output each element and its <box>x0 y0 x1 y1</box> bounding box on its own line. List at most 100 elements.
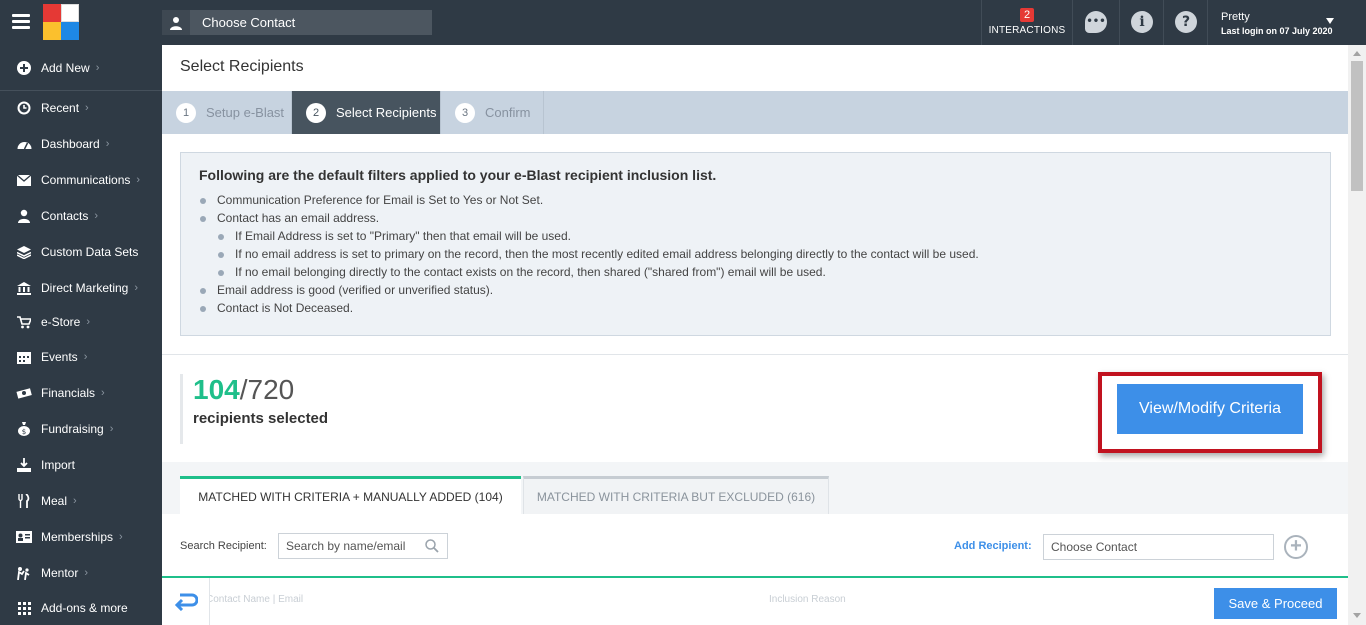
step-label: Confirm <box>485 105 531 120</box>
step-select-recipients[interactable]: 2 Select Recipients <box>292 91 441 134</box>
calendar-icon <box>15 349 33 365</box>
sidebar-item-add-ons[interactable]: Add-ons & more <box>0 590 162 625</box>
step-confirm[interactable]: 3 Confirm <box>441 91 544 134</box>
sidebar-item-label: Communications <box>41 173 131 187</box>
top-bar: Choose Contact 2 INTERACTIONS ••• i ? Pr… <box>0 0 1366 45</box>
sidebar-item-label: Recent <box>41 101 80 115</box>
scroll-down-icon[interactable] <box>1353 613 1361 618</box>
interactions-button[interactable]: 2 INTERACTIONS <box>982 0 1072 45</box>
step-label: Select Recipients <box>336 105 437 120</box>
scrollbar[interactable] <box>1348 45 1366 625</box>
sidebar-item-e-store[interactable]: e-Store › <box>0 304 162 340</box>
sidebar-item-mentor[interactable]: Mentor › <box>0 555 162 591</box>
back-button[interactable] <box>162 578 210 625</box>
sidebar-item-label: Add-ons & more <box>41 601 128 615</box>
app-logo[interactable] <box>43 4 79 40</box>
filter-rule: Contact is Not Deceased. <box>199 299 1312 317</box>
tab-matched[interactable]: MATCHED WITH CRITERIA + MANUALLY ADDED (… <box>180 476 521 514</box>
chevron-right-icon: › <box>86 316 91 328</box>
selected-count: 104 <box>193 374 240 405</box>
search-placeholder: Search by name/email <box>286 539 406 553</box>
recipients-count: 104/720 recipients selected <box>180 374 328 444</box>
add-recipient-input[interactable]: Choose Contact <box>1043 534 1274 560</box>
add-recipient-plus-icon[interactable]: + <box>1284 535 1308 559</box>
sidebar-item-events[interactable]: Events › <box>0 339 162 375</box>
sidebar: Add New › Recent › Dashboard › Communicatio… <box>0 45 162 625</box>
sidebar-item-label: Contacts <box>41 209 89 223</box>
sidebar-item-communications[interactable]: Communications › <box>0 162 162 198</box>
divider <box>1207 0 1208 45</box>
sidebar-item-direct-marketing[interactable]: Direct Marketing › <box>0 270 162 306</box>
sidebar-item-dashboard[interactable]: Dashboard › <box>0 126 162 162</box>
sidebar-item-meal[interactable]: Meal › <box>0 483 162 519</box>
divider <box>162 354 1348 355</box>
svg-text:$: $ <box>22 428 26 436</box>
column-header-inclusion-reason[interactable]: Inclusion Reason <box>769 594 846 605</box>
history-icon <box>15 100 33 116</box>
default-filters-panel: Following are the default filters applie… <box>180 152 1331 336</box>
import-icon <box>15 457 33 473</box>
filter-subrule: If no email belonging directly to the co… <box>199 263 1312 281</box>
sidebar-item-memberships[interactable]: Memberships › <box>0 519 162 555</box>
sidebar-item-import[interactable]: Import <box>0 447 162 483</box>
step-number: 1 <box>176 102 196 123</box>
chevron-right-icon: › <box>119 531 123 543</box>
sidebar-item-add-new[interactable]: Add New › <box>0 50 162 86</box>
add-recipient-placeholder: Choose Contact <box>1051 540 1138 554</box>
sidebar-item-label: Financials <box>41 386 96 400</box>
view-modify-criteria-button[interactable]: View/Modify Criteria <box>1117 384 1303 434</box>
chevron-right-icon: › <box>95 62 100 74</box>
user-menu[interactable]: Pretty Last login on 07 July 2020 <box>1221 11 1333 36</box>
last-login: Last login on 07 July 2020 <box>1221 26 1333 36</box>
sidebar-item-label: Mentor <box>41 566 79 580</box>
chevron-right-icon: › <box>84 567 89 579</box>
wizard-steps: 1 Setup e-Blast 2 Select Recipients 3 Co… <box>162 91 1348 134</box>
chevron-right-icon: › <box>94 210 99 222</box>
info-icon[interactable]: i <box>1131 11 1153 33</box>
sidebar-item-fundraising[interactable]: $ Fundraising › <box>0 411 162 447</box>
chevron-right-icon: › <box>73 495 77 507</box>
sidebar-item-label: Add New <box>41 61 90 75</box>
tab-excluded[interactable]: MATCHED WITH CRITERIA BUT EXCLUDED (616) <box>523 476 829 514</box>
user-name: Pretty <box>1221 11 1250 23</box>
id-card-icon <box>15 529 33 545</box>
sidebar-item-label: Meal <box>41 494 68 508</box>
sidebar-item-label: Events <box>41 350 78 364</box>
divider <box>1072 0 1073 45</box>
user-icon <box>15 208 33 224</box>
main-content: Select Recipients 1 Setup e-Blast 2 Sele… <box>162 45 1348 625</box>
sidebar-item-custom-data-sets[interactable]: Custom Data Sets <box>0 234 162 270</box>
step-setup-eblast[interactable]: 1 Setup e-Blast <box>162 91 292 134</box>
chevron-right-icon: › <box>83 351 88 363</box>
step-number: 3 <box>455 102 475 123</box>
scrollbar-thumb[interactable] <box>1351 61 1363 191</box>
chevron-right-icon: › <box>85 102 89 114</box>
filter-subrule: If no email address is set to primary on… <box>199 245 1312 263</box>
sidebar-item-label: Memberships <box>41 530 114 544</box>
filter-rule: Email address is good (verified or unver… <box>199 281 1312 299</box>
help-icon[interactable]: ? <box>1175 11 1197 33</box>
contact-picker[interactable]: Choose Contact <box>162 10 432 35</box>
contact-picker-label: Choose Contact <box>202 15 296 30</box>
chat-icon[interactable]: ••• <box>1085 11 1107 33</box>
search-icon <box>425 539 439 553</box>
sidebar-item-financials[interactable]: Financials › <box>0 375 162 411</box>
search-recipient-label: Search Recipient: <box>180 540 267 552</box>
back-arrow-icon <box>174 593 198 611</box>
column-header-contact[interactable]: Contact Name | Email <box>206 594 303 605</box>
filters-heading: Following are the default filters applie… <box>199 167 717 183</box>
sidebar-item-contacts[interactable]: Contacts › <box>0 198 162 234</box>
scroll-up-icon[interactable] <box>1353 51 1361 56</box>
divider <box>1119 0 1120 45</box>
hamburger-menu-icon[interactable] <box>12 14 30 30</box>
interactions-label: INTERACTIONS <box>988 25 1066 36</box>
layers-icon <box>15 244 33 260</box>
sidebar-item-recent[interactable]: Recent › <box>0 90 162 126</box>
filter-rule: Contact has an email address. <box>199 209 1312 227</box>
chevron-down-icon[interactable] <box>1326 18 1334 24</box>
search-recipient-input[interactable]: Search by name/email <box>278 533 448 559</box>
total-count: /720 <box>239 374 295 405</box>
sidebar-item-label: Custom Data Sets <box>41 245 139 259</box>
save-and-proceed-button[interactable]: Save & Proceed <box>1214 588 1337 619</box>
money-icon <box>15 385 33 401</box>
